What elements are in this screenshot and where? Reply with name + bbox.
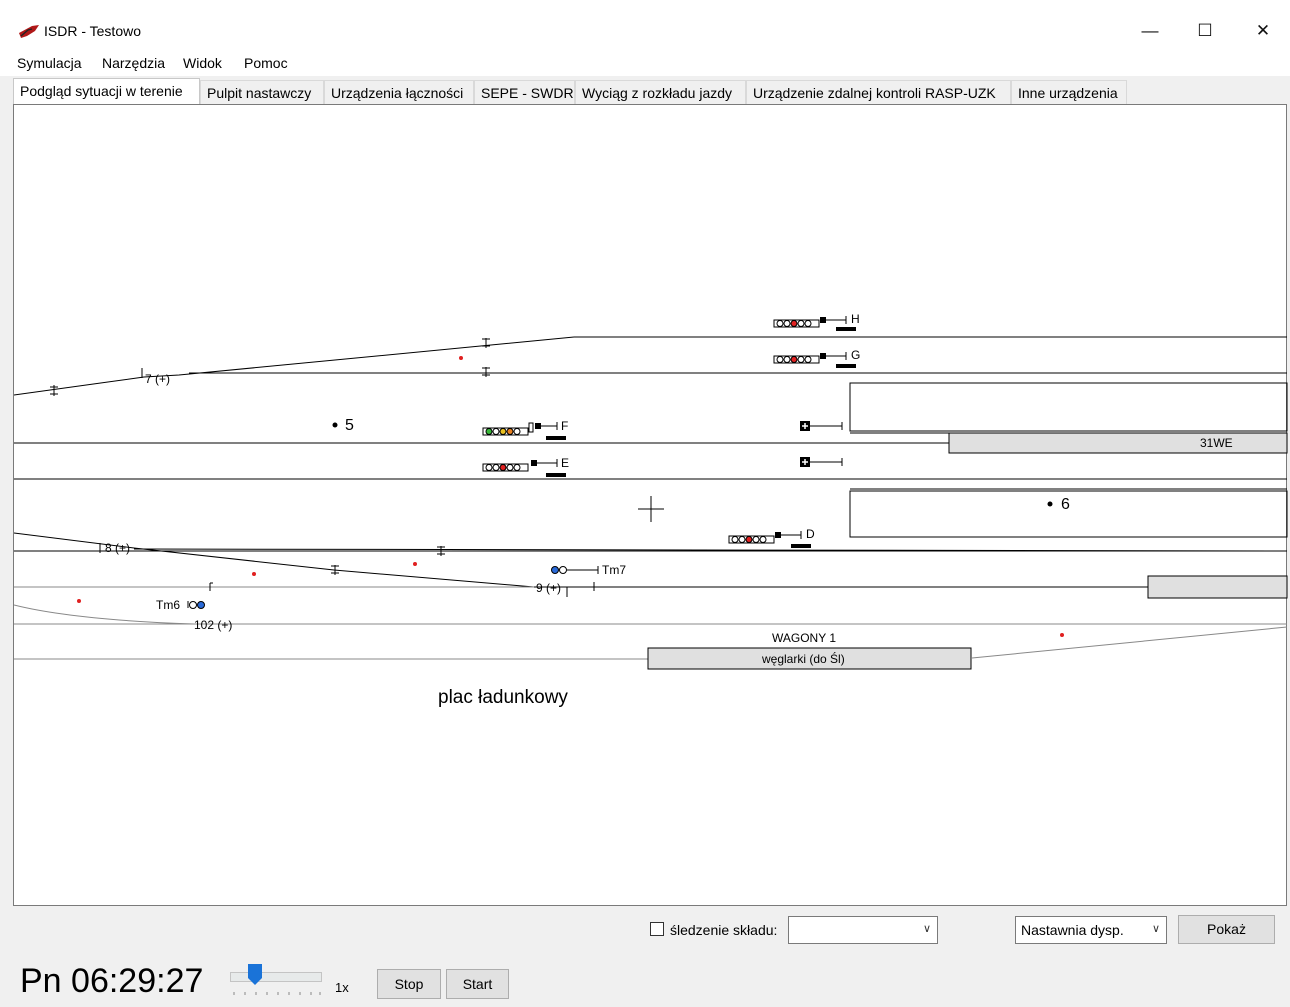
switch-label-102: 102 (+) — [194, 618, 233, 632]
minimize-button[interactable]: — — [1127, 16, 1173, 46]
signal-label-Tm7: Tm7 — [602, 563, 626, 577]
tab-podglad[interactable]: Podgląd sytuacji w terenie — [13, 78, 200, 104]
switch-marker — [252, 572, 256, 576]
track-dot-6 — [1047, 501, 1053, 507]
switch-marker — [77, 599, 81, 603]
wagons-label: węglarki (do Śl) — [762, 652, 845, 666]
buffer-stop-2 — [800, 457, 843, 467]
title-bar: ISDR - Testowo — ☐ ✕ — [0, 0, 1290, 50]
switch-label-9: 9 (+) — [536, 581, 562, 595]
signal-label-H: H — [851, 312, 860, 326]
wagons-header: WAGONY 1 — [772, 631, 837, 645]
track-layout — [14, 316, 1288, 670]
slider-ticks — [233, 992, 321, 995]
signal-Tm7 — [551, 566, 599, 574]
platform-box — [849, 382, 1288, 432]
tracking-label: śledzenie składu: — [670, 922, 778, 938]
maximize-button[interactable]: ☐ — [1182, 16, 1228, 46]
menu-pomoc[interactable]: Pomoc — [244, 55, 288, 71]
train-block — [1147, 575, 1288, 599]
tab-pulpit[interactable]: Pulpit nastawczy — [200, 80, 324, 104]
tab-strip: Podgląd sytuacji w terenie Pulpit nastaw… — [0, 78, 1290, 104]
simulation-clock: Pn 06:29:27 — [20, 962, 204, 1000]
speed-slider-track[interactable] — [230, 972, 322, 982]
menu-widok[interactable]: Widok — [183, 55, 222, 71]
switch-marker — [459, 356, 463, 360]
switch-label-7: 7 (+) — [145, 372, 171, 386]
signal-G — [773, 352, 856, 368]
signal-label-G: G — [851, 348, 861, 362]
chevron-down-icon: ∨ — [922, 923, 931, 935]
start-button[interactable]: Start — [446, 969, 509, 999]
track-number-5: 5 — [345, 417, 354, 434]
tracking-checkbox[interactable] — [650, 922, 664, 936]
post-select-value: Nastawnia dysp. — [1021, 922, 1124, 938]
signal-F — [482, 422, 566, 440]
app-logo-icon — [19, 25, 39, 38]
crosshair-cursor — [638, 496, 664, 522]
menu-symulacja[interactable]: Symulacja — [17, 55, 82, 71]
post-select[interactable]: Nastawnia dysp. ∨ — [1015, 916, 1167, 944]
switch-marker — [1060, 633, 1064, 637]
buffer-stop-1 — [800, 421, 843, 431]
train-31WE — [948, 432, 1288, 454]
stop-button[interactable]: Stop — [377, 969, 441, 999]
signal-label-E: E — [561, 456, 570, 470]
tracking-select[interactable]: ∨ — [788, 916, 938, 944]
window-title: ISDR - Testowo — [44, 23, 141, 39]
show-button[interactable]: Pokaż — [1178, 915, 1275, 944]
switch-label-8: 8 (+) — [105, 541, 131, 555]
signal-label-Tm6: Tm6 — [156, 598, 180, 612]
tab-inne[interactable]: Inne urządzenia — [1011, 80, 1127, 104]
signal-label-F: F — [561, 419, 569, 433]
close-button[interactable]: ✕ — [1240, 16, 1286, 46]
signal-Tm6 — [187, 601, 205, 609]
tab-lacznosc[interactable]: Urządzenia łączności — [324, 80, 474, 104]
signal-D — [728, 531, 811, 548]
menu-bar: Symulacja Narzędzia Widok Pomoc — [0, 50, 1290, 76]
signal-E — [482, 459, 566, 477]
speed-slider-thumb[interactable] — [248, 964, 262, 986]
switch-marker — [413, 562, 417, 566]
speed-label: 1x — [335, 980, 349, 995]
signal-label-D: D — [806, 527, 815, 541]
track-number-6: 6 — [1061, 496, 1070, 513]
track-curve — [971, 626, 1288, 659]
area-label: plac ładunkowy — [438, 687, 568, 708]
track-dot-5 — [332, 422, 338, 428]
tab-rozklad[interactable]: Wyciąg z rozkładu jazdy — [575, 80, 746, 104]
signal-H — [773, 316, 856, 331]
menu-narzedzia[interactable]: Narzędzia — [102, 55, 165, 71]
track-curve — [14, 532, 535, 588]
tab-sepe[interactable]: SEPE - SWDR — [474, 80, 575, 104]
train-label: 31WE — [1200, 436, 1233, 450]
chevron-down-icon: ∨ — [1151, 923, 1160, 935]
track-view-canvas[interactable]: H G F E D Tm7 Tm6 7 (+) 8 (+) 9 (+) 102 … — [13, 104, 1288, 906]
tab-rasp[interactable]: Urządzenie zdalnej kontroli RASP-UZK — [746, 80, 1011, 104]
